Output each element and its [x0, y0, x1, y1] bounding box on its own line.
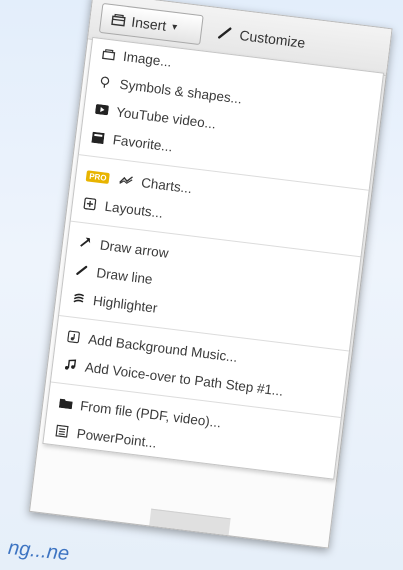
plus-box-icon — [82, 197, 97, 211]
powerpoint-icon — [54, 424, 69, 438]
insert-menu: Image... Symbols & shapes... YouTube vid… — [42, 36, 385, 480]
youtube-icon — [94, 104, 109, 116]
favorite-icon — [90, 131, 105, 144]
insert-label: Insert — [130, 13, 168, 34]
music-note-icon — [62, 358, 77, 372]
arrow-icon — [77, 236, 92, 250]
image-icon — [101, 48, 116, 61]
folder-icon — [58, 398, 73, 410]
insert-icon — [111, 13, 126, 27]
line-icon — [74, 264, 89, 278]
music-box-icon — [66, 330, 81, 344]
customize-button[interactable]: Customize — [216, 17, 307, 58]
lightbulb-icon — [97, 75, 112, 90]
pro-badge: PRO — [85, 169, 111, 184]
chevron-down-icon: ▾ — [171, 21, 178, 33]
chart-icon — [119, 174, 134, 186]
brush-icon — [217, 25, 233, 41]
screenshot-panel: Insert ▾ Customize Image... Symbols & sh… — [28, 0, 393, 549]
customize-label: Customize — [238, 26, 307, 51]
highlighter-icon — [71, 291, 86, 305]
